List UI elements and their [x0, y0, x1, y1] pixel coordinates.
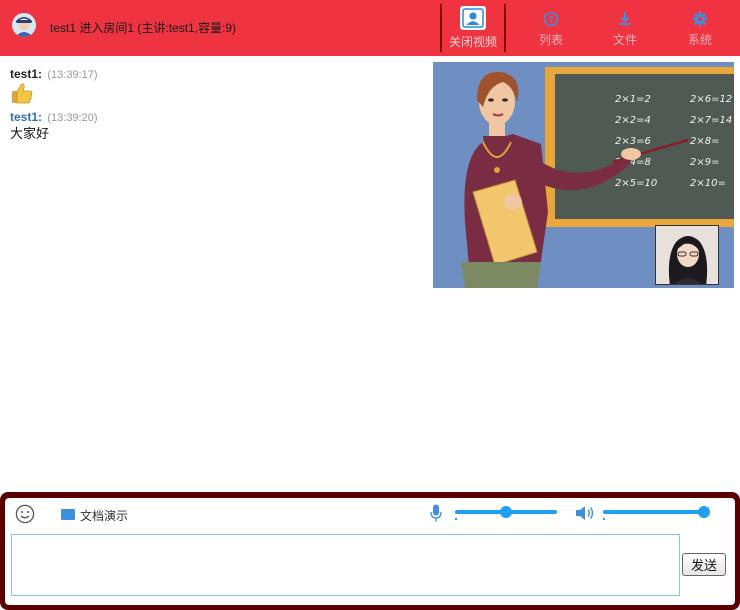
sender-name[interactable]: test1: [10, 67, 42, 81]
gear-icon [691, 10, 709, 28]
svg-text:?: ? [548, 15, 553, 25]
user-video-icon [460, 6, 486, 30]
board-equation: 2×5=10 [615, 178, 657, 189]
emoji-button[interactable] [15, 504, 35, 524]
microphone-volume-slider[interactable] [455, 506, 557, 520]
user-avatar-icon[interactable] [12, 13, 36, 37]
board-equation: 2×9= [690, 157, 719, 168]
chat-message: test1: (13:39:17) [10, 66, 420, 109]
speaker-icon[interactable] [575, 505, 595, 521]
slider-knob[interactable] [698, 506, 710, 518]
webcam-video[interactable] [655, 225, 719, 285]
file-button[interactable]: 文件 [594, 0, 656, 56]
list-label: 列表 [538, 33, 563, 47]
thumbs-up-icon [10, 82, 34, 104]
document-demo-label: 文档演示 [80, 509, 129, 523]
composer-panel: 文档演示 发送 [0, 492, 740, 610]
system-label: 系统 [687, 33, 712, 47]
message-text: 大家好 [10, 126, 50, 141]
download-icon [616, 10, 634, 28]
question-circle-icon: ? [542, 10, 560, 28]
board-equation: 2×6=12 [690, 94, 732, 105]
message-input[interactable] [11, 534, 680, 596]
room-title: test1 进入房间1 (主讲:test1,容量:9) [50, 21, 237, 35]
divider [504, 4, 506, 52]
smiley-icon [15, 504, 35, 524]
board-equation: 2×2=4 [615, 115, 651, 126]
board-equation: 2×1=2 [615, 94, 651, 105]
message-time: (13:39:17) [47, 69, 98, 81]
chat-message: test1: (13:39:20) 大家好 [10, 109, 420, 143]
close-video-button[interactable]: 关闭视频 [442, 0, 504, 56]
board-equation: 2×10= [690, 178, 726, 189]
monitor-icon [61, 509, 75, 520]
close-video-label: 关闭视频 [448, 35, 497, 49]
chat-log: test1: (13:39:17) test1: (13:39:20) 大家好 [10, 66, 420, 486]
board-equation: 2×8= [690, 136, 719, 147]
board-equation: 2×7=14 [690, 115, 732, 126]
system-button[interactable]: 系统 [669, 0, 731, 56]
send-button[interactable]: 发送 [682, 553, 726, 576]
sender-name[interactable]: test1: [10, 110, 42, 124]
message-time: (13:39:20) [47, 112, 98, 124]
slider-knob[interactable] [500, 506, 512, 518]
top-bar: test1 进入房间1 (主讲:test1,容量:9) 关闭视频 ? 列表 文件… [0, 0, 740, 56]
file-label: 文件 [612, 33, 637, 47]
speaker-volume-slider[interactable] [603, 506, 710, 520]
board-equation: 2×3=6 [615, 136, 651, 147]
list-button[interactable]: ? 列表 [520, 0, 582, 56]
microphone-icon[interactable] [430, 504, 442, 522]
